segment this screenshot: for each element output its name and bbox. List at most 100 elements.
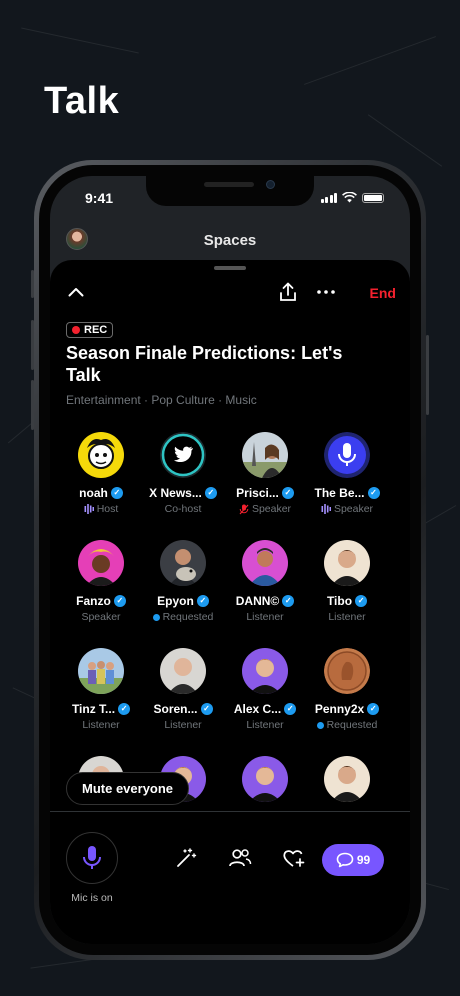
participant-tile[interactable]: X News... ✓ Co-host [142,432,224,515]
verified-badge-icon: ✓ [118,703,131,715]
more-button[interactable] [314,280,338,304]
participant-role: Co-host [164,503,202,515]
participant-role: Speaker [306,503,388,515]
effects-button[interactable] [172,844,200,872]
verified-badge-icon: ✓ [204,487,217,499]
verified-badge-icon: ✓ [355,595,368,607]
sheet-grabber[interactable] [214,266,246,270]
verified-badge-icon: ✓ [367,487,380,499]
participant-name: The Be... ✓ [306,486,388,500]
request-dot-icon [152,613,160,621]
participant-avatar [324,432,370,478]
mute-everyone-button[interactable]: Mute everyone [66,772,190,805]
microphone-icon [83,846,101,869]
participant-avatar [160,540,206,586]
participant-avatar [160,432,206,478]
participant-role: Requested [306,719,388,731]
participant-tile[interactable]: DANN© ✓ Listener [224,540,306,623]
participant-role: Listener [246,611,284,623]
verified-badge-icon: ✓ [281,487,294,499]
participant-role: Listener [164,719,202,731]
participant-name: Tinz T... ✓ [60,702,142,716]
mic-muted-icon [239,504,249,515]
participant-name: Soren... ✓ [142,702,224,716]
verified-badge-icon: ✓ [200,703,213,715]
participant-tile[interactable]: The Be... ✓ Speaker [306,432,388,515]
people-button[interactable] [226,844,254,872]
participant-avatar [242,648,288,694]
participant-avatar [324,540,370,586]
participant-tile[interactable]: Soren... ✓ Listener [142,648,224,731]
participant-name: Alex C... ✓ [224,702,306,716]
participant-name: DANN© ✓ [224,594,306,608]
participant-name: Prisci... ✓ [224,486,306,500]
participant-avatar [242,432,288,478]
participant-avatar [78,648,124,694]
participant-tile[interactable]: Epyon ✓ Requested [142,540,224,623]
notch [146,176,314,206]
more-icon [317,290,335,294]
participant-avatar [242,756,288,802]
verified-badge-icon: ✓ [110,487,123,499]
participant-avatar [242,540,288,586]
phone-frame: 9:41 Spaces End REC Season Finale Predic… [31,160,429,960]
participant-avatar [324,648,370,694]
magic-wand-icon [177,848,197,867]
participant-role: Speaker [81,611,121,623]
participant-role: Listener [82,719,120,731]
participant-avatar [160,648,206,694]
verified-badge-icon: ✓ [282,595,295,607]
participant-tile[interactable]: Tibo ✓ Listener [306,540,388,623]
participant-role: Host [60,503,142,515]
participant-role: Listener [328,611,366,623]
participant-tile[interactable]: Alex C... ✓ Listener [224,648,306,731]
heart-plus-icon [283,850,305,867]
status-time: 9:41 [85,190,114,206]
participant-tile[interactable]: Fanzo ✓ Speaker [60,540,142,623]
chat-bubble-icon [336,852,354,868]
participant-name: Tibo ✓ [306,594,388,608]
verified-badge-icon: ✓ [284,703,297,715]
request-dot-icon [316,721,324,729]
participant-name: noah ✓ [60,486,142,500]
participant-tile[interactable]: Prisci... ✓ Speaker [224,432,306,515]
participant-tile[interactable]: noah ✓ Host [60,432,142,515]
people-icon [229,849,252,867]
mic-status-caption: Mic is on [71,892,113,904]
chevron-up-icon [68,288,84,297]
verified-badge-icon: ✓ [196,595,209,607]
status-icons [320,192,384,203]
comments-count: 99 [356,853,371,867]
participant-name: Penny2x ✓ [306,702,388,716]
participant-tile[interactable]: Tinz T... ✓ Listener [60,648,142,731]
recording-badge: REC [66,322,114,338]
space-sheet: End REC Season Finale Predictions: Let's… [50,260,410,944]
mic-toggle-button[interactable] [66,832,118,884]
participant-role: Listener [246,719,284,731]
participant-role: Requested [142,611,224,623]
space-topics: Entertainment · Pop Culture · Music [66,393,257,407]
page-headline: Talk [44,80,120,122]
verified-badge-icon: ✓ [367,703,380,715]
participant-name: X News... ✓ [142,486,224,500]
participant-role: Speaker [224,503,306,515]
participant-avatar [324,756,370,802]
participant-avatar [78,432,124,478]
react-button[interactable] [280,844,308,872]
speaking-bars-icon [321,504,331,514]
bottom-divider [50,811,410,812]
collapse-button[interactable] [64,280,88,304]
speaking-bars-icon [84,504,94,514]
space-title: Season Finale Predictions: Let's Talk [66,343,343,385]
app-screen: 9:41 Spaces End REC Season Finale Predic… [50,176,410,944]
record-dot-icon [72,326,80,334]
participant-tile[interactable]: Penny2x ✓ Requested [306,648,388,731]
share-button[interactable] [276,280,300,304]
comments-button[interactable]: 99 [322,844,384,876]
verified-badge-icon: ✓ [113,595,126,607]
participant-name: Fanzo ✓ [60,594,142,608]
cellular-signal-icon [320,192,337,203]
wifi-icon [342,192,357,203]
battery-icon [362,192,384,203]
end-space-button[interactable]: End [370,285,396,301]
